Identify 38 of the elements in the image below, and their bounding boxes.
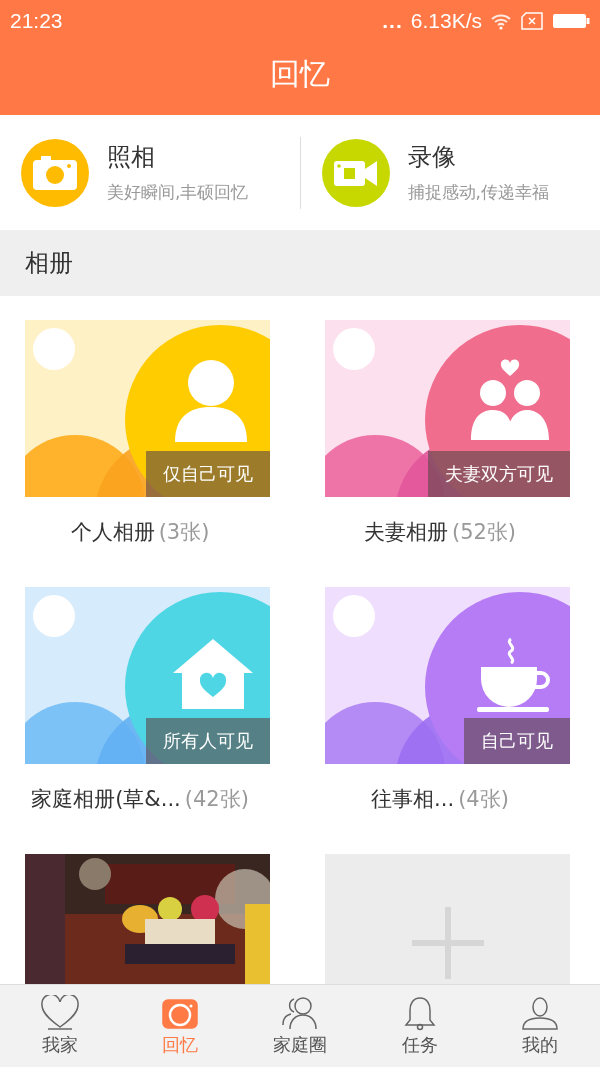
tab[interactable]: 我的 (480, 985, 600, 1067)
album-cover[interactable]: 自己可见 (325, 587, 570, 764)
visibility-badge: 仅自己可见 (146, 451, 270, 497)
photo-count: (42张) (184, 786, 249, 813)
visibility-badge: 夫妻双方可见 (428, 451, 570, 497)
network-speed: 6.13K/s (410, 9, 482, 33)
page-title: 回忆 (270, 55, 330, 93)
camera-icon[interactable] (21, 138, 89, 207)
album-name[interactable]: 个人相册 (70, 518, 155, 546)
album-name[interactable]: 家庭相册(草&... (31, 785, 181, 813)
action-subtitle: 美好瞬间,丰硕回忆 (107, 181, 249, 204)
album-name[interactable]: 夫妻相册 (363, 518, 448, 546)
wifi-icon (490, 12, 512, 30)
photo-count: (3张) (158, 519, 210, 546)
tab[interactable]: 任务 (360, 985, 480, 1067)
people-icon (280, 995, 320, 1031)
photo-count: (52张) (451, 519, 517, 546)
album-cover[interactable]: 仅自己可见 (25, 320, 270, 497)
action-title[interactable]: 录像 (407, 141, 549, 173)
visibility-badge: 所有人可见 (146, 718, 270, 764)
status-dots: ... (382, 9, 403, 33)
action-subtitle: 捕捉感动,传递幸福 (407, 181, 549, 204)
battery-icon (552, 12, 590, 30)
tab[interactable]: 我家 (0, 985, 120, 1067)
status-time: 21:23 (10, 9, 63, 33)
photo-count: (4张) (458, 786, 509, 813)
heart-icon (40, 995, 80, 1031)
visibility-badge: 自己可见 (464, 718, 570, 764)
section-title: 相册 (25, 248, 73, 279)
sim-card-icon (520, 12, 544, 30)
album-name[interactable]: 往事相... (371, 785, 455, 813)
video-camera-icon[interactable] (321, 138, 390, 207)
action-title[interactable]: 照相 (107, 141, 249, 173)
album-cover[interactable]: 夫妻双方可见 (325, 320, 570, 497)
person-icon (520, 995, 560, 1031)
tab[interactable]: 家庭圈 (240, 985, 360, 1067)
album-cover[interactable]: 所有人可见 (25, 587, 270, 764)
add-album-button[interactable] (325, 854, 570, 984)
